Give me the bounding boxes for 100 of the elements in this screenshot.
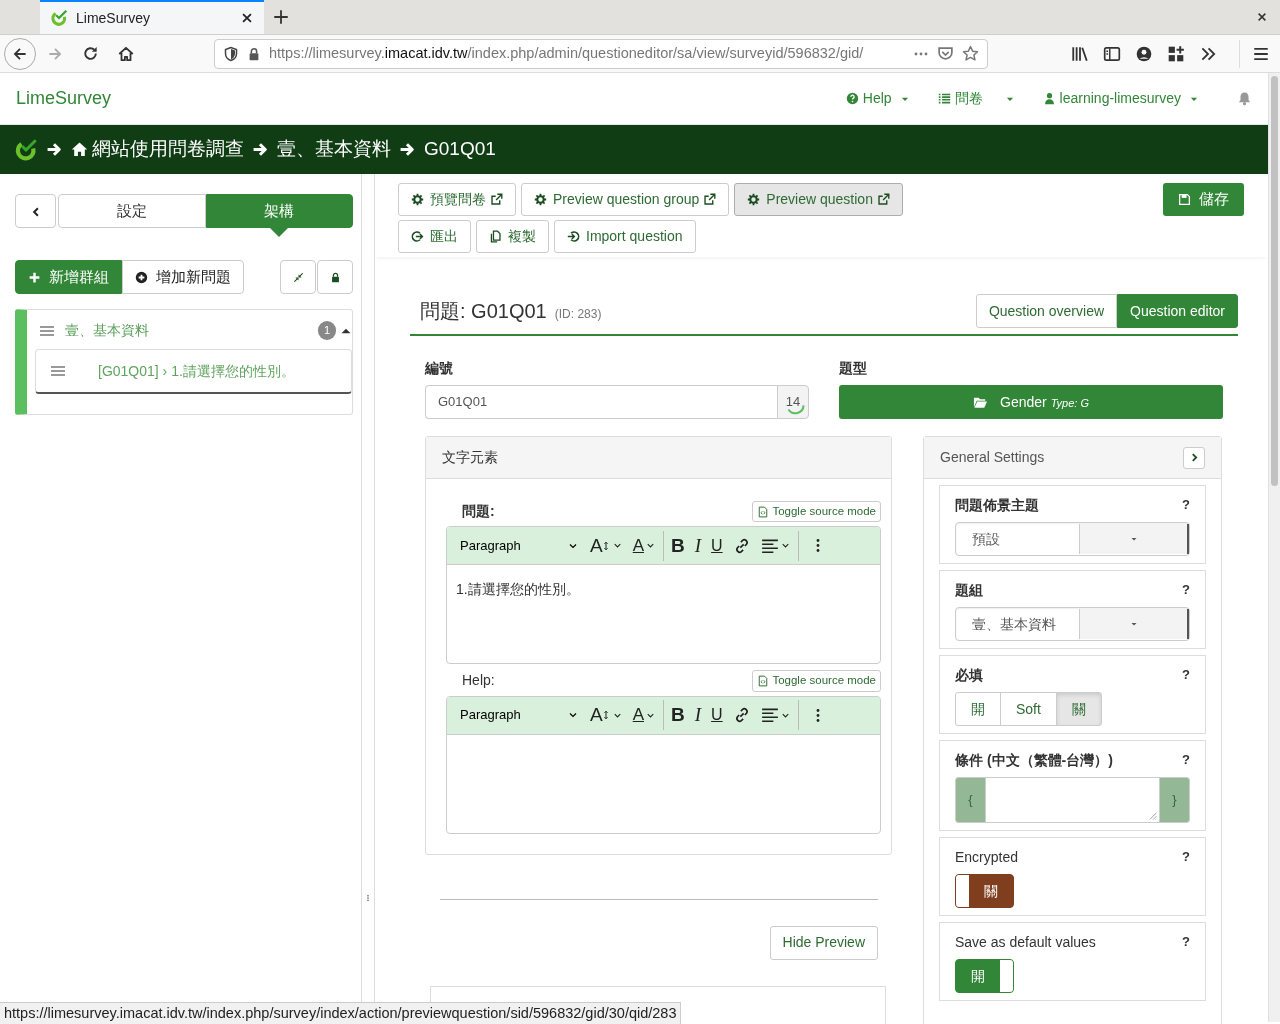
option-button[interactable]: Soft [1000, 692, 1057, 726]
question-id: (ID: 283) [554, 307, 602, 321]
underline-button[interactable]: U [706, 527, 728, 565]
help-mark[interactable]: ? [1182, 750, 1190, 771]
close-icon[interactable] [240, 11, 254, 25]
help-menu[interactable]: Help [845, 88, 910, 109]
more-icon [815, 538, 820, 554]
address-bar[interactable]: https://limesurvey.imacat.idv.tw/index.php/admin/questioneditor/sa/view/surveyid/596832/gid/ [214, 38, 988, 69]
save-button[interactable]: 儲存 [1163, 183, 1244, 216]
panel-title: 文字元素 [426, 437, 891, 479]
font-color-button[interactable]: A [627, 527, 662, 565]
external-link-icon [490, 193, 503, 206]
copy-button[interactable]: 複製 [476, 220, 549, 253]
sidebar-tab[interactable]: 設定 [58, 194, 206, 228]
hide-preview-button[interactable]: Hide Preview [769, 925, 878, 960]
import-button[interactable]: Import question [554, 220, 696, 253]
rich-text-editor[interactable]: Paragraph A A B I U [446, 695, 881, 834]
toggle-source-button[interactable]: Toggle source mode [752, 670, 881, 692]
menu-button[interactable] [1239, 39, 1270, 68]
plus-circle-icon [135, 270, 148, 284]
font-size-button[interactable]: A [585, 696, 628, 734]
account-button[interactable] [1135, 44, 1153, 63]
option-button[interactable]: 開 [955, 692, 1001, 726]
paragraph-format-dropdown[interactable]: Paragraph [447, 696, 585, 734]
preview-button[interactable]: Preview question group [521, 183, 730, 216]
font-color-button[interactable]: A [627, 696, 662, 734]
rich-text-editor[interactable]: Paragraph A A B I U 1.請選擇您的性別。 [446, 526, 881, 665]
help-mark[interactable]: ? [1182, 495, 1190, 516]
help-mark[interactable]: ? [1182, 665, 1190, 686]
close-icon [1256, 11, 1268, 23]
expand-button[interactable] [1183, 446, 1205, 469]
gear-icon [411, 193, 424, 206]
field-label: 編號 [425, 359, 454, 378]
help-mark[interactable]: ? [1182, 932, 1190, 953]
scrollbar-thumb[interactable] [1271, 76, 1278, 486]
breadcrumb-link[interactable]: G01Q01 [424, 135, 496, 164]
sidebar-button[interactable] [1103, 44, 1121, 63]
question-title: 問題: G01Q01 (ID: 283) [420, 299, 603, 324]
toggle-switch[interactable]: 開 [955, 959, 1014, 993]
option-button[interactable]: 關 [1055, 692, 1102, 726]
preview-button[interactable]: Preview question [734, 183, 903, 216]
lock-icon [247, 46, 261, 61]
view-tab[interactable]: Question overview [975, 294, 1118, 328]
preview-button[interactable]: 預覽問卷 [398, 183, 516, 216]
plus-icon [272, 8, 290, 26]
select-field[interactable]: 預設 [955, 522, 1190, 556]
resize-handle-icon[interactable] [364, 892, 372, 904]
url-text: https://limesurvey.imacat.idv.tw/index.php/admin/questioneditor/sa/view/surveyid/596832/gid/ [269, 43, 865, 63]
paragraph-format-dropdown[interactable]: Paragraph [447, 527, 585, 565]
toggle-switch[interactable]: 關 [955, 874, 1014, 908]
breadcrumb-link[interactable]: 網站使用問卷調查 [71, 135, 244, 164]
arrow-right-icon [399, 141, 416, 158]
brace-addon: } [1160, 778, 1189, 822]
extensions-button[interactable] [1167, 44, 1185, 63]
gear-icon [747, 193, 761, 206]
collapse-icon [292, 272, 304, 284]
question-type-button[interactable]: Gender Type: G [839, 385, 1223, 419]
arrow-right-icon [252, 141, 269, 158]
font-size-button[interactable]: A [585, 527, 628, 565]
bold-button[interactable]: B [666, 696, 690, 734]
external-link-icon [876, 193, 890, 206]
toggle-source-button[interactable]: Toggle source mode [752, 501, 881, 523]
account-icon [1135, 44, 1153, 63]
italic-button[interactable]: I [689, 696, 707, 734]
view-tab[interactable]: Question editor [1117, 294, 1238, 328]
help-mark[interactable]: ? [1182, 580, 1190, 601]
select-field[interactable]: 壹、基本資料 [955, 607, 1190, 641]
panel-title: General Settings [940, 448, 1045, 467]
pocket-icon[interactable] [937, 45, 954, 62]
star-icon[interactable] [962, 45, 979, 62]
code-field[interactable]: G01Q01 [425, 385, 777, 419]
editor-label: Help: [461, 671, 495, 691]
add-question-button[interactable]: 增加新問題 [122, 260, 244, 294]
progress-arc-icon [787, 404, 805, 415]
brand-name[interactable]: LimeSurvey [16, 85, 112, 112]
bold-button[interactable]: B [666, 527, 690, 565]
source-code-icon [757, 674, 770, 687]
setting-label: Save as default values [955, 933, 1096, 952]
user-menu[interactable]: learning-limesurvey [1042, 88, 1199, 109]
caret-icon [1129, 620, 1138, 628]
breadcrumb-link[interactable]: 壹、基本資料 [277, 135, 391, 164]
setting-label: 問題佈景主題 [955, 496, 1039, 515]
underline-button[interactable]: U [706, 696, 728, 734]
gear-icon [534, 193, 547, 206]
browser-tab[interactable]: LimeSurvey [40, 0, 264, 34]
export-button[interactable]: 匯出 [398, 220, 471, 253]
list-icon [937, 92, 951, 105]
library-button[interactable] [1071, 44, 1089, 63]
copy-icon [489, 230, 502, 243]
setting-label: Encrypted [955, 848, 1019, 867]
add-group-button[interactable]: 新增群組 [15, 260, 122, 294]
notifications-button[interactable] [1237, 91, 1252, 106]
italic-button[interactable]: I [689, 527, 707, 565]
sidebar-icon [1103, 44, 1121, 63]
lock-button[interactable] [317, 260, 353, 294]
scrollbar[interactable] [1268, 73, 1280, 1022]
field-label: 題型 [839, 359, 868, 378]
help-mark[interactable]: ? [1182, 847, 1190, 868]
surveys-menu[interactable]: 問卷 [937, 88, 1015, 109]
help-icon [845, 92, 859, 105]
